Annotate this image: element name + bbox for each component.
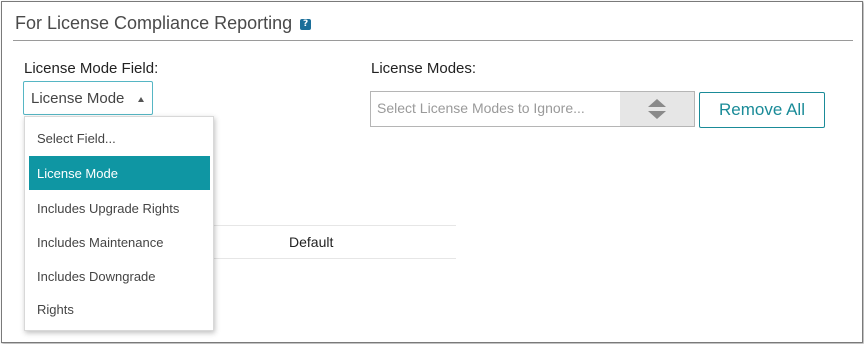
dropdown-option-includes-upgrade-rights[interactable]: Includes Upgrade Rights xyxy=(29,191,210,225)
default-column-header: Default xyxy=(289,234,334,250)
section-divider xyxy=(13,40,853,41)
license-modes-spinner[interactable] xyxy=(620,92,694,126)
section-title: For License Compliance Reporting xyxy=(15,13,293,33)
dropdown-option-license-mode[interactable]: License Mode xyxy=(29,156,210,190)
license-modes-placeholder: Select License Modes to Ignore... xyxy=(377,100,585,116)
dropdown-option-includes-downgrade[interactable]: Includes Downgrade xyxy=(29,259,210,293)
help-icon[interactable]: ? xyxy=(300,19,312,30)
section-header: For License Compliance Reporting ? xyxy=(15,13,312,34)
license-compliance-panel: For License Compliance Reporting ? Licen… xyxy=(1,1,863,343)
dropdown-option-rights[interactable]: Rights xyxy=(29,292,210,326)
caret-up-icon xyxy=(138,97,144,102)
chevron-down-icon[interactable] xyxy=(648,111,666,119)
table-divider xyxy=(214,258,456,259)
table-divider xyxy=(214,225,456,226)
license-mode-field-select[interactable]: License Mode xyxy=(23,81,153,115)
license-mode-field-label: License Mode Field: xyxy=(24,60,159,77)
chevron-up-icon[interactable] xyxy=(648,99,666,107)
dropdown-option-select-field[interactable]: Select Field... xyxy=(29,121,210,155)
license-mode-field-dropdown: Select Field... License Mode Includes Up… xyxy=(24,116,214,331)
selected-value: License Mode xyxy=(31,89,125,107)
license-modes-input[interactable]: Select License Modes to Ignore... xyxy=(370,91,695,127)
license-modes-label: License Modes: xyxy=(371,60,477,77)
remove-all-button[interactable]: Remove All xyxy=(699,92,825,128)
dropdown-option-includes-maintenance[interactable]: Includes Maintenance xyxy=(29,225,210,259)
